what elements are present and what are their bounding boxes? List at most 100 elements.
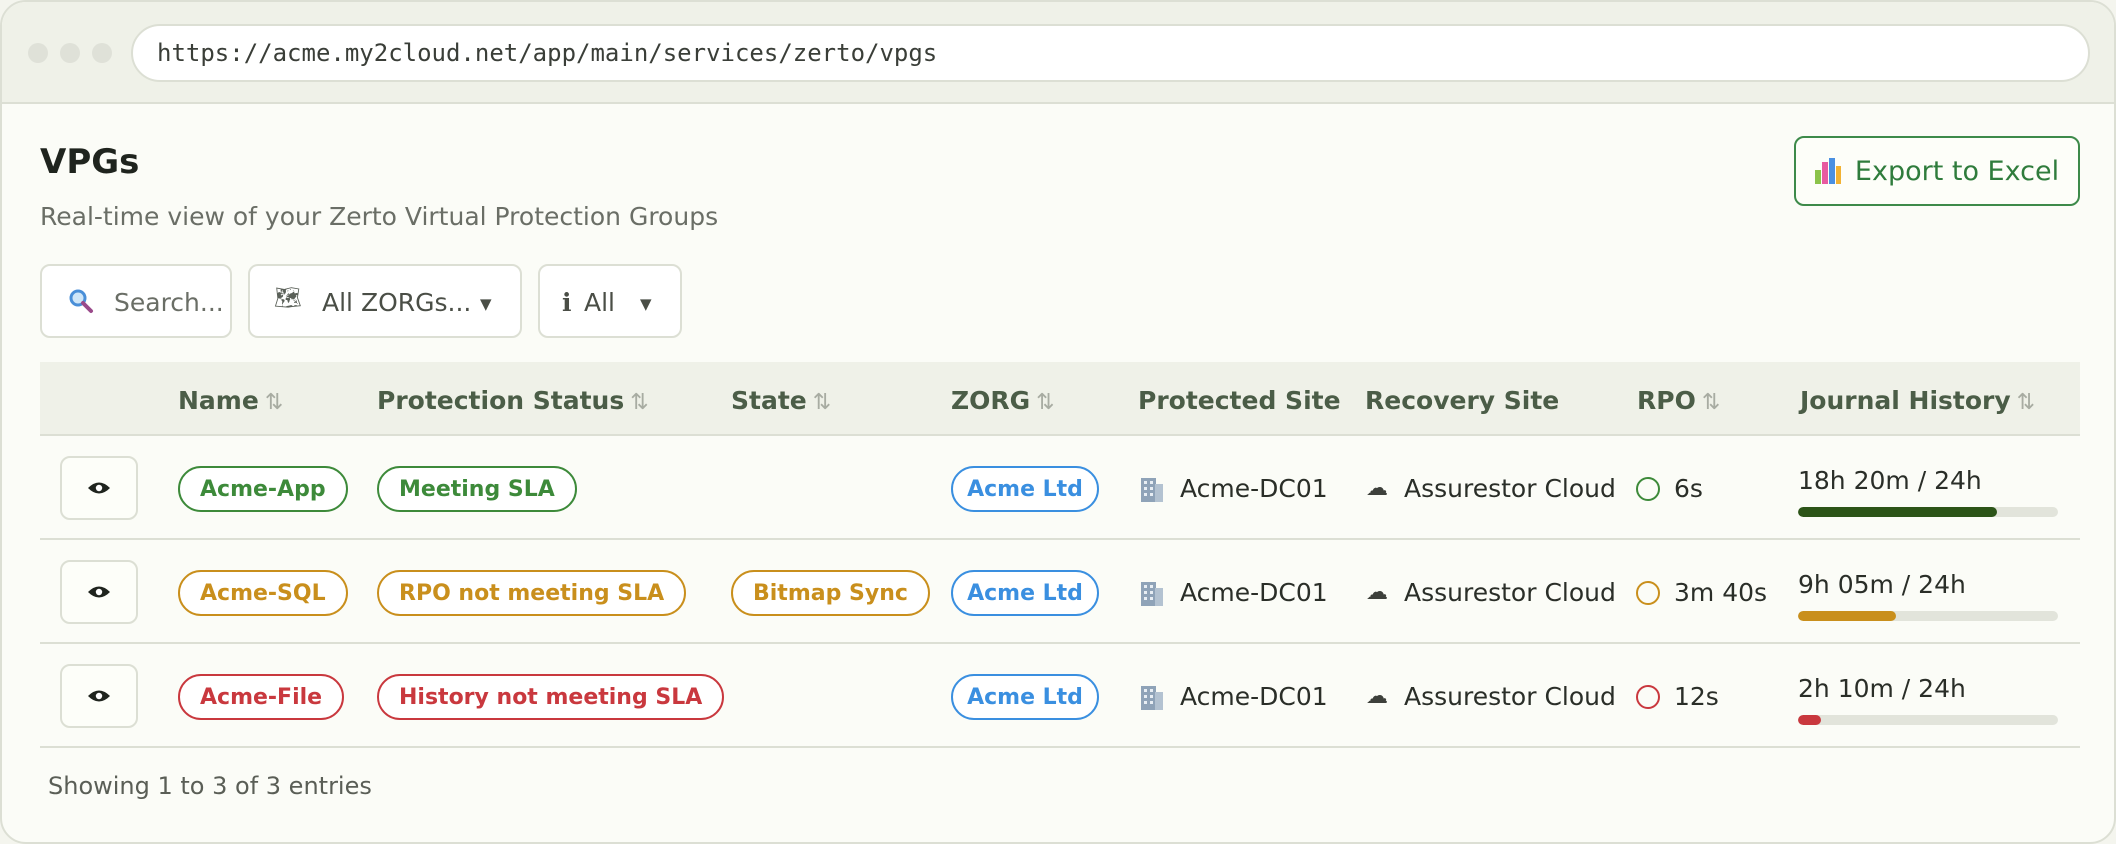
table-row: Acme-App Meeting SLA Acme Ltd Acme-DC01 …: [40, 436, 2080, 540]
url-text: https://acme.my2cloud.net/app/main/servi…: [157, 39, 938, 67]
journal-history-progress-bar: [1798, 611, 2058, 621]
chevron-down-icon: ▼: [480, 295, 492, 313]
rpo-cell: 6s: [1636, 474, 1703, 503]
chevron-down-icon: ▼: [640, 295, 652, 313]
page-subtitle: Real-time view of your Zerto Virtual Pro…: [40, 202, 719, 231]
window-dot-icon[interactable]: [92, 43, 112, 63]
rpo-cell: 3m 40s: [1636, 578, 1767, 607]
column-header-label: Name: [178, 386, 259, 415]
protected-site-cell: Acme-DC01: [1140, 578, 1328, 607]
column-header-rpo[interactable]: RPO ⇅: [1637, 386, 1720, 415]
recovery-site-label: Assurestor Cloud: [1404, 474, 1616, 503]
cloud-icon: ☁: [1366, 580, 1388, 605]
browser-chrome: https://acme.my2cloud.net/app/main/servi…: [2, 2, 2114, 104]
cloud-icon: ☁: [1366, 476, 1388, 501]
sort-icon[interactable]: ⇅: [630, 390, 648, 415]
view-details-button[interactable]: [60, 664, 138, 728]
journal-history-value: 18h 20m / 24h: [1798, 466, 1982, 495]
zorg-filter-value: All ZORGs...: [322, 288, 472, 317]
column-header-label: State: [731, 386, 807, 415]
protected-site-label: Acme-DC01: [1180, 474, 1328, 503]
recovery-site-cell: ☁ Assurestor Cloud: [1366, 578, 1616, 607]
spreadsheet-chart-icon: [1814, 158, 1841, 184]
table-row: Acme-File History not meeting SLA Acme L…: [40, 644, 2080, 748]
page-title: VPGs: [40, 142, 140, 182]
recovery-site-cell: ☁ Assurestor Cloud: [1366, 474, 1616, 503]
vpg-name-badge[interactable]: Acme-SQL: [178, 570, 348, 616]
sort-icon[interactable]: ⇅: [1036, 390, 1054, 415]
journal-history-progress-fill: [1798, 507, 1997, 517]
export-excel-button[interactable]: Export to Excel: [1794, 136, 2080, 206]
sort-icon[interactable]: ⇅: [265, 390, 283, 415]
table-footer-summary: Showing 1 to 3 of 3 entries: [48, 772, 372, 800]
window-dot-icon[interactable]: [28, 43, 48, 63]
building-icon: [1140, 684, 1164, 710]
zorg-badge[interactable]: Acme Ltd: [951, 570, 1099, 616]
rpo-status-ring-icon: [1636, 580, 1660, 605]
journal-history-progress-bar: [1798, 507, 2058, 517]
view-details-button[interactable]: [60, 456, 138, 520]
eye-icon: [88, 482, 110, 494]
column-header-state[interactable]: State ⇅: [731, 386, 831, 415]
rpo-value: 6s: [1674, 474, 1703, 503]
protected-site-label: Acme-DC01: [1180, 578, 1328, 607]
column-header-journal-history[interactable]: Journal History ⇅: [1800, 386, 2035, 415]
zorg-badge[interactable]: Acme Ltd: [951, 674, 1099, 720]
cloud-icon: ☁: [1366, 684, 1388, 709]
journal-history-value: 9h 05m / 24h: [1798, 570, 1966, 599]
column-header-label: Protection Status: [377, 386, 625, 415]
sort-icon[interactable]: ⇅: [1702, 390, 1720, 415]
zorg-badge[interactable]: Acme Ltd: [951, 466, 1099, 512]
world-map-icon: 🗺: [274, 286, 302, 311]
protection-status-badge: Meeting SLA: [377, 466, 577, 512]
building-icon: [1140, 580, 1164, 606]
recovery-site-cell: ☁ Assurestor Cloud: [1366, 682, 1616, 711]
table-row: Acme-SQL RPO not meeting SLA Bitmap Sync…: [40, 540, 2080, 644]
window-dot-icon[interactable]: [60, 43, 80, 63]
rpo-value: 3m 40s: [1674, 578, 1768, 607]
column-header-protection-status[interactable]: Protection Status ⇅: [377, 386, 649, 415]
sort-icon[interactable]: ⇅: [2017, 390, 2035, 415]
column-header-label: Journal History: [1800, 386, 2011, 415]
view-details-button[interactable]: [60, 560, 138, 624]
eye-icon: [88, 586, 110, 598]
sort-icon[interactable]: ⇅: [813, 390, 831, 415]
eye-icon: [88, 690, 110, 702]
journal-history-progress-fill: [1798, 715, 1822, 725]
table-header: Name ⇅ Protection Status ⇅ State ⇅ ZORG ⇅ Pr…: [40, 362, 2080, 436]
column-header-label: ZORG: [951, 386, 1031, 415]
browser-window: https://acme.my2cloud.net/app/main/servi…: [0, 0, 2116, 844]
protected-site-label: Acme-DC01: [1180, 682, 1328, 711]
rpo-status-ring-icon: [1636, 684, 1660, 709]
rpo-cell: 12s: [1636, 682, 1719, 711]
column-header-protected-site: Protected Site: [1138, 386, 1341, 415]
search-icon: [69, 289, 93, 313]
journal-history-progress-fill: [1798, 611, 1897, 621]
column-header-zorg[interactable]: ZORG ⇅: [951, 386, 1055, 415]
journal-history-progress-bar: [1798, 715, 2058, 725]
recovery-site-label: Assurestor Cloud: [1404, 578, 1616, 607]
status-filter-select[interactable]: i All ▼: [538, 264, 682, 338]
protected-site-cell: Acme-DC01: [1140, 474, 1328, 503]
column-header-label: RPO: [1637, 386, 1696, 415]
zorg-filter-select[interactable]: 🗺 All ZORGs... ▼: [248, 264, 522, 338]
protected-site-cell: Acme-DC01: [1140, 682, 1328, 711]
state-badge: Bitmap Sync: [731, 570, 930, 616]
journal-history-value: 2h 10m / 24h: [1798, 674, 1966, 703]
address-bar[interactable]: https://acme.my2cloud.net/app/main/servi…: [131, 24, 2090, 82]
protection-status-badge: RPO not meeting SLA: [377, 570, 687, 616]
rpo-status-ring-icon: [1636, 476, 1660, 501]
column-header-recovery-site: Recovery Site: [1365, 386, 1560, 415]
column-header-name[interactable]: Name ⇅: [178, 386, 283, 415]
rpo-value: 12s: [1674, 682, 1719, 711]
search-placeholder: Search...: [114, 288, 224, 317]
export-button-label: Export to Excel: [1854, 155, 2060, 187]
building-icon: [1140, 476, 1164, 502]
recovery-site-label: Assurestor Cloud: [1404, 682, 1616, 711]
protection-status-badge: History not meeting SLA: [377, 674, 725, 720]
vpg-name-badge[interactable]: Acme-File: [178, 674, 345, 720]
vpg-name-badge[interactable]: Acme-App: [178, 466, 348, 512]
search-input[interactable]: Search...: [40, 264, 232, 338]
status-filter-value: All: [584, 288, 615, 317]
info-icon: i: [562, 288, 572, 317]
